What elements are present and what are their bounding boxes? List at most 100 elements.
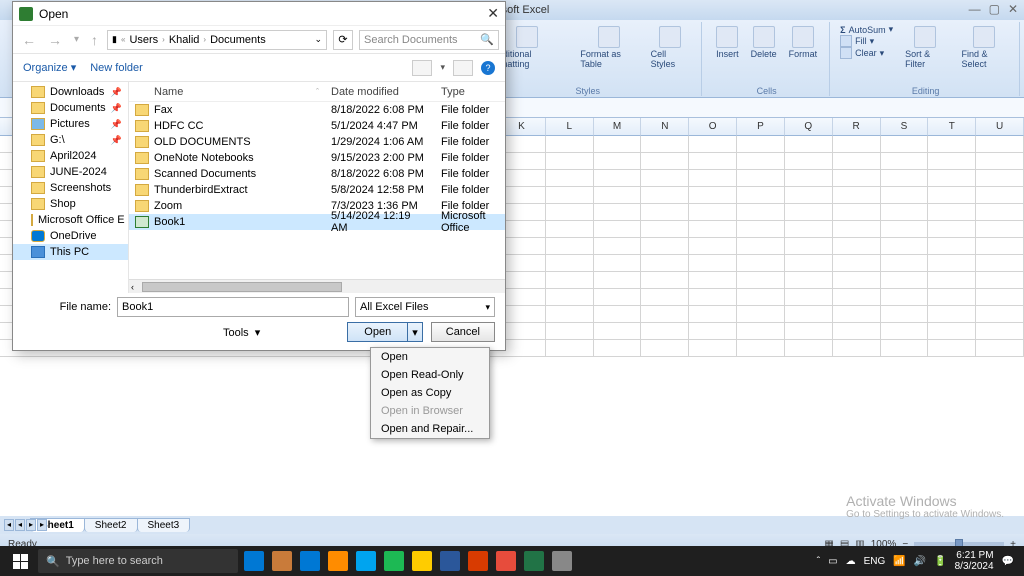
cell[interactable] xyxy=(641,323,689,340)
file-row[interactable]: Book15/14/2024 12:19 AMMicrosoft Office xyxy=(129,214,505,230)
cell[interactable] xyxy=(928,272,976,289)
sidebar-item[interactable]: April2024 xyxy=(13,148,128,164)
dialog-close-button[interactable]: ✕ xyxy=(487,5,499,22)
cell[interactable] xyxy=(976,272,1024,289)
cell[interactable] xyxy=(785,136,833,153)
cell[interactable] xyxy=(594,340,642,357)
cell[interactable] xyxy=(641,238,689,255)
cell[interactable] xyxy=(594,255,642,272)
cell[interactable] xyxy=(785,255,833,272)
cell[interactable] xyxy=(737,340,785,357)
sidebar-item[interactable]: Documents📌 xyxy=(13,100,128,116)
cell[interactable] xyxy=(833,136,881,153)
taskbar-app[interactable] xyxy=(240,548,268,574)
refresh-button[interactable]: ⟳ xyxy=(333,30,353,50)
sidebar-item[interactable]: Microsoft Office E xyxy=(13,212,128,228)
cell[interactable] xyxy=(976,136,1024,153)
column-header[interactable]: L xyxy=(546,118,594,136)
cell[interactable] xyxy=(928,340,976,357)
cell-styles-button[interactable]: Cell Styles xyxy=(647,24,693,71)
cell[interactable] xyxy=(594,306,642,323)
cell[interactable] xyxy=(785,170,833,187)
delete-button[interactable]: Delete xyxy=(747,24,781,61)
cell[interactable] xyxy=(594,153,642,170)
nav-recent-button[interactable]: ▾ xyxy=(71,34,82,45)
cell[interactable] xyxy=(546,170,594,187)
autosum-button[interactable]: ΣAutoSum ▾ xyxy=(840,24,893,35)
sheet-nav[interactable]: ◂◂▸▸ xyxy=(4,519,47,531)
cell[interactable] xyxy=(594,238,642,255)
column-header[interactable]: N xyxy=(641,118,689,136)
cell[interactable] xyxy=(976,221,1024,238)
find-select-button[interactable]: Find & Select xyxy=(958,24,1012,71)
file-filter-select[interactable]: All Excel Files xyxy=(355,297,495,317)
menu-item[interactable]: Open Read-Only xyxy=(371,366,489,384)
cell[interactable] xyxy=(976,306,1024,323)
cell[interactable] xyxy=(737,238,785,255)
cell[interactable] xyxy=(833,170,881,187)
file-list-header[interactable]: Nameˆ Date modified Type xyxy=(129,82,505,102)
column-header[interactable]: O xyxy=(689,118,737,136)
cell[interactable] xyxy=(737,204,785,221)
cell[interactable] xyxy=(737,221,785,238)
column-header[interactable]: P xyxy=(737,118,785,136)
taskbar-app[interactable] xyxy=(380,548,408,574)
menu-item[interactable]: Open and Repair... xyxy=(371,420,489,438)
cell[interactable] xyxy=(689,153,737,170)
nav-forward-button[interactable]: → xyxy=(45,32,65,48)
help-icon[interactable]: ? xyxy=(481,61,495,75)
cell[interactable] xyxy=(833,272,881,289)
column-header[interactable]: S xyxy=(881,118,929,136)
taskbar-app[interactable] xyxy=(548,548,576,574)
cell[interactable] xyxy=(976,170,1024,187)
open-dropdown-button[interactable]: ▾ xyxy=(408,322,423,342)
cell[interactable] xyxy=(546,204,594,221)
cell[interactable] xyxy=(976,204,1024,221)
sidebar-item[interactable]: G:\📌 xyxy=(13,132,128,148)
cell[interactable] xyxy=(546,272,594,289)
cell[interactable] xyxy=(881,289,929,306)
cell[interactable] xyxy=(833,255,881,272)
sidebar-item[interactable]: JUNE-2024 xyxy=(13,164,128,180)
cell[interactable] xyxy=(737,289,785,306)
file-row[interactable]: Scanned Documents8/18/2022 6:08 PMFile f… xyxy=(129,166,505,182)
sidebar-item[interactable]: Screenshots xyxy=(13,180,128,196)
cell[interactable] xyxy=(546,306,594,323)
taskbar-clock[interactable]: 6:21 PM 8/3/2024 xyxy=(955,550,994,572)
cell[interactable] xyxy=(689,187,737,204)
cell[interactable] xyxy=(881,153,929,170)
cell[interactable] xyxy=(976,153,1024,170)
taskbar-search[interactable]: 🔍Type here to search xyxy=(38,549,238,573)
tray-meet-icon[interactable]: ▭ xyxy=(828,556,837,567)
cell[interactable] xyxy=(594,204,642,221)
taskbar-app[interactable] xyxy=(268,548,296,574)
cell[interactable] xyxy=(737,170,785,187)
minimize-icon[interactable]: — xyxy=(969,2,981,16)
cell[interactable] xyxy=(641,306,689,323)
sort-filter-button[interactable]: Sort & Filter xyxy=(901,24,949,71)
column-header[interactable]: Q xyxy=(785,118,833,136)
cancel-button[interactable]: Cancel xyxy=(431,322,495,342)
cell[interactable] xyxy=(833,187,881,204)
taskbar-app[interactable] xyxy=(464,548,492,574)
taskbar-app[interactable] xyxy=(296,548,324,574)
breadcrumb-seg[interactable]: Documents xyxy=(210,34,266,46)
cell[interactable] xyxy=(641,272,689,289)
cell[interactable] xyxy=(976,340,1024,357)
cell[interactable] xyxy=(976,289,1024,306)
cell[interactable] xyxy=(928,306,976,323)
cell[interactable] xyxy=(976,323,1024,340)
file-row[interactable]: HDFC CC5/1/2024 4:47 PMFile folder xyxy=(129,118,505,134)
cell[interactable] xyxy=(928,255,976,272)
cell[interactable] xyxy=(546,340,594,357)
cell[interactable] xyxy=(689,306,737,323)
cell[interactable] xyxy=(785,204,833,221)
open-button[interactable]: Open xyxy=(347,322,408,342)
h-scrollbar[interactable]: ‹ xyxy=(129,279,505,293)
breadcrumb[interactable]: ▮« Users› Khalid› Documents ⌄ xyxy=(107,30,327,50)
cell[interactable] xyxy=(833,204,881,221)
cell[interactable] xyxy=(928,289,976,306)
cell[interactable] xyxy=(689,221,737,238)
cell[interactable] xyxy=(641,187,689,204)
cell[interactable] xyxy=(641,136,689,153)
